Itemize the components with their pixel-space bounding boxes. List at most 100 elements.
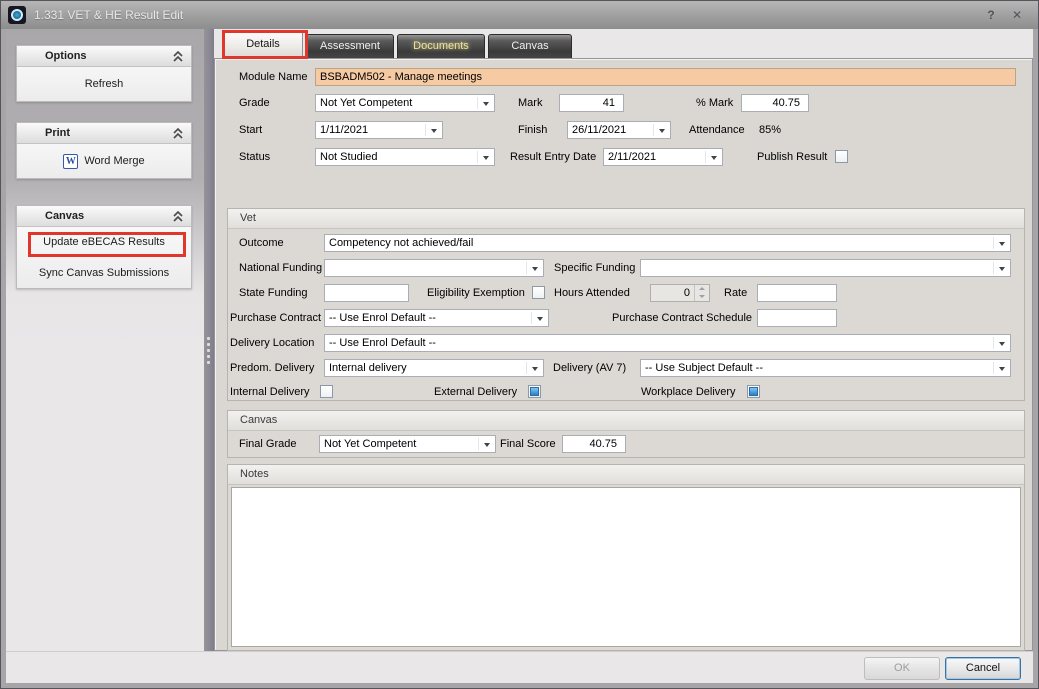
national-funding-label: National Funding: [239, 259, 322, 277]
delivery-location-label: Delivery Location: [230, 334, 314, 352]
external-delivery-checkbox[interactable]: [528, 385, 541, 398]
notes-group: Notes: [227, 464, 1025, 651]
tab-canvas[interactable]: Canvas: [488, 34, 572, 58]
eligibility-exemption-checkbox[interactable]: [532, 286, 545, 299]
splitter-grip-icon: [207, 337, 210, 364]
print-panel-body: W Word Merge: [17, 144, 191, 178]
result-edit-dialog: 1.331 VET & HE Result Edit ? ✕ Options R…: [0, 0, 1039, 689]
status-value: Not Studied: [320, 151, 377, 163]
mark-label: Mark: [518, 94, 542, 112]
internal-delivery-label: Internal Delivery: [230, 383, 309, 401]
canvas-group: Canvas Final Grade Not Yet Competent Fin…: [227, 410, 1025, 458]
notes-textarea[interactable]: [231, 487, 1021, 647]
hours-attended-value: 0: [651, 285, 694, 301]
tab-assessment[interactable]: Assessment: [306, 34, 394, 58]
refresh-button[interactable]: Refresh: [85, 78, 124, 90]
update-ebecas-results-button[interactable]: Update eBECAS Results: [43, 236, 165, 248]
predom-delivery-select[interactable]: Internal delivery: [324, 359, 544, 377]
specific-funding-select[interactable]: [640, 259, 1011, 277]
collapse-chevron-icon[interactable]: [173, 51, 183, 62]
canvas-panel-header[interactable]: Canvas: [17, 206, 191, 227]
national-funding-select[interactable]: [324, 259, 544, 277]
print-panel-header[interactable]: Print: [17, 123, 191, 144]
state-funding-field[interactable]: [324, 284, 409, 302]
sidebar-splitter[interactable]: [204, 29, 214, 651]
final-grade-select[interactable]: Not Yet Competent: [319, 435, 496, 453]
start-date-select[interactable]: 1/11/2021: [315, 121, 443, 139]
hours-attended-spinner[interactable]: 0: [650, 284, 710, 302]
status-label: Status: [239, 148, 270, 166]
chevron-down-icon: [484, 443, 490, 447]
chevron-down-icon: [999, 342, 1005, 346]
collapse-chevron-icon[interactable]: [173, 128, 183, 139]
options-panel-header[interactable]: Options: [17, 46, 191, 67]
attendance-label: Attendance: [689, 121, 745, 139]
sync-canvas-submissions-button[interactable]: Sync Canvas Submissions: [39, 267, 169, 279]
print-panel-title: Print: [45, 127, 70, 139]
ok-button[interactable]: OK: [864, 657, 940, 680]
publish-result-checkbox[interactable]: [835, 150, 848, 163]
spinner-up-icon[interactable]: [695, 285, 709, 293]
close-icon[interactable]: ✕: [1008, 7, 1026, 23]
chevron-down-icon: [999, 242, 1005, 246]
finish-date-value: 26/11/2021: [572, 124, 626, 136]
cancel-button[interactable]: Cancel: [945, 657, 1021, 680]
purchase-contract-value: -- Use Enrol Default --: [329, 312, 436, 324]
final-score-label: Final Score: [500, 435, 556, 453]
pct-mark-field[interactable]: 40.75: [741, 94, 809, 112]
specific-funding-label: Specific Funding: [554, 259, 635, 277]
grade-select[interactable]: Not Yet Competent: [315, 94, 495, 112]
word-merge-button[interactable]: W Word Merge: [63, 154, 144, 169]
delivery-location-select[interactable]: -- Use Enrol Default --: [324, 334, 1011, 352]
mark-field[interactable]: 41: [559, 94, 624, 112]
module-name-label: Module Name: [239, 68, 307, 86]
hours-attended-label: Hours Attended: [554, 284, 630, 302]
internal-delivery-checkbox[interactable]: [320, 385, 333, 398]
workplace-delivery-label: Workplace Delivery: [641, 383, 736, 401]
final-score-field[interactable]: 40.75: [562, 435, 626, 453]
canvas-group-header: Canvas: [228, 411, 1024, 431]
options-panel-title: Options: [45, 50, 87, 62]
options-panel-body: Refresh: [17, 67, 191, 101]
frame-edge-bottom: [1, 683, 1038, 688]
chevron-down-icon: [483, 102, 489, 106]
purchase-contract-schedule-field[interactable]: [757, 309, 837, 327]
tab-details[interactable]: Details: [223, 30, 303, 58]
chevron-down-icon: [999, 367, 1005, 371]
delivery-av7-value: -- Use Subject Default --: [645, 362, 763, 374]
status-select[interactable]: Not Studied: [315, 148, 495, 166]
module-name-field[interactable]: BSBADM502 - Manage meetings: [315, 68, 1016, 86]
eligibility-exemption-label: Eligibility Exemption: [427, 284, 525, 302]
rate-field[interactable]: [757, 284, 837, 302]
delivery-av7-select[interactable]: -- Use Subject Default --: [640, 359, 1011, 377]
print-panel: Print W Word Merge: [16, 122, 192, 179]
collapse-chevron-icon[interactable]: [173, 211, 183, 222]
canvas-panel-body: Update eBECAS Results Sync Canvas Submis…: [17, 227, 191, 288]
predom-delivery-label: Predom. Delivery: [230, 359, 314, 377]
result-entry-date-select[interactable]: 2/11/2021: [603, 148, 723, 166]
workplace-delivery-checkbox[interactable]: [747, 385, 760, 398]
chevron-down-icon: [532, 367, 538, 371]
frame-edge-right: [1033, 29, 1038, 688]
chevron-down-icon: [431, 129, 437, 133]
rate-label: Rate: [724, 284, 747, 302]
finish-date-select[interactable]: 26/11/2021: [567, 121, 671, 139]
word-merge-label: Word Merge: [84, 155, 144, 167]
details-tab-page: Module Name BSBADM502 - Manage meetings …: [214, 58, 1033, 651]
footer-bar: OK Cancel: [6, 651, 1033, 683]
state-funding-label: State Funding: [239, 284, 308, 302]
help-icon[interactable]: ?: [982, 7, 1000, 23]
main-panel: Details Assessment Documents Canvas Modu…: [214, 29, 1033, 651]
purchase-contract-select[interactable]: -- Use Enrol Default --: [324, 309, 549, 327]
canvas-group-title: Canvas: [240, 414, 277, 426]
spinner-buttons: [694, 285, 709, 301]
vet-group: Vet Outcome Competency not achieved/fail…: [227, 208, 1025, 401]
delivery-av7-label: Delivery (AV 7): [553, 359, 626, 377]
outcome-value: Competency not achieved/fail: [329, 237, 473, 249]
final-grade-value: Not Yet Competent: [324, 438, 416, 450]
spinner-down-icon[interactable]: [695, 293, 709, 301]
tab-documents[interactable]: Documents: [397, 34, 485, 58]
outcome-select[interactable]: Competency not achieved/fail: [324, 234, 1011, 252]
chevron-down-icon: [659, 129, 665, 133]
predom-delivery-value: Internal delivery: [329, 362, 407, 374]
